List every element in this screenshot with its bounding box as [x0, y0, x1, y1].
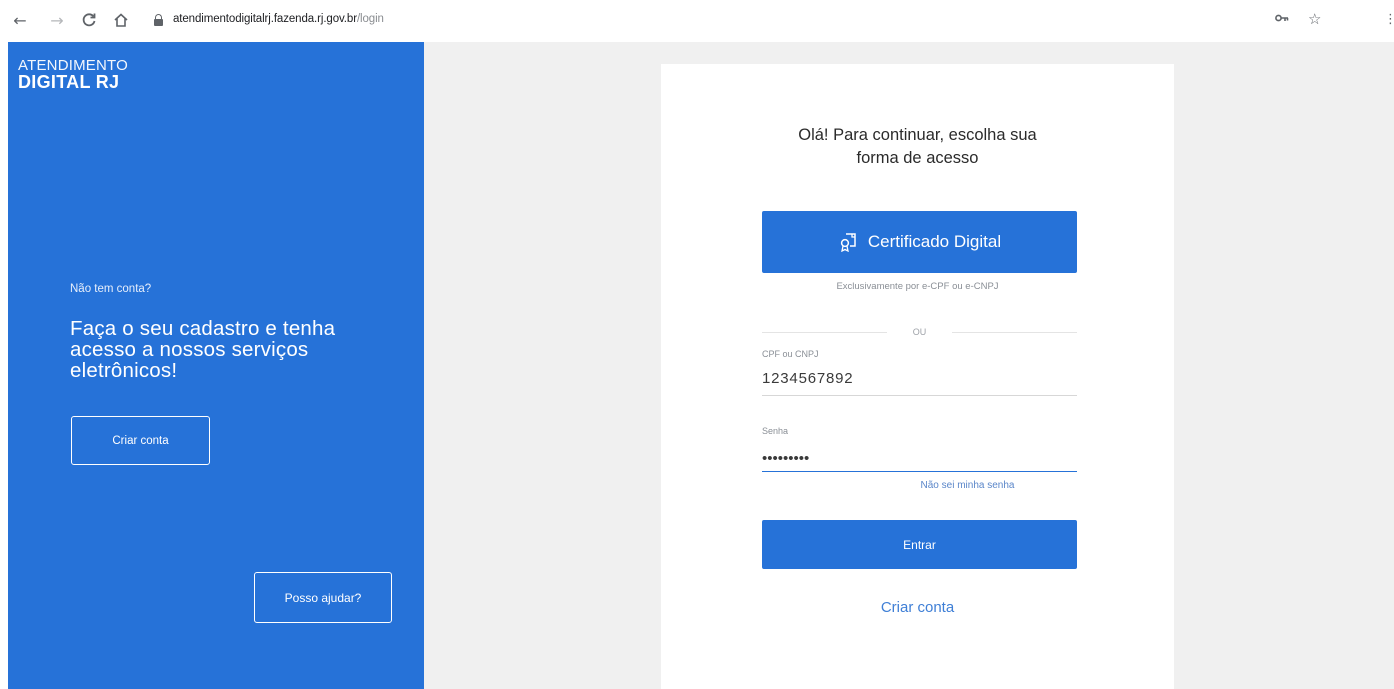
- certificate-note: Exclusivamente por e-CPF ou e-CNPJ: [836, 281, 999, 292]
- key-icon[interactable]: [1275, 12, 1289, 26]
- cpf-cnpj-input[interactable]: 1234567892: [762, 370, 1077, 396]
- help-button[interactable]: Posso ajudar?: [254, 572, 392, 623]
- signup-headline: Faça o seu cadastro e tenha acesso a nos…: [70, 317, 336, 382]
- enter-button[interactable]: Entrar: [762, 520, 1077, 569]
- forgot-password-link[interactable]: Não sei minha senha: [661, 480, 1174, 491]
- left-panel: ATENDIMENTO DIGITAL RJ Não tem conta? Fa…: [8, 42, 424, 689]
- browser-toolbar: ← → atendimentodigitalrj.fazenda.rj.gov.…: [0, 0, 1394, 42]
- browser-menu-icon[interactable]: ⋮: [1384, 12, 1394, 27]
- url-path: /login: [356, 13, 384, 25]
- logo-top-text: ATENDIMENTO: [18, 57, 128, 74]
- logo[interactable]: ATENDIMENTO DIGITAL RJ: [18, 58, 128, 91]
- home-icon[interactable]: [112, 12, 130, 30]
- divider-line-right: [952, 332, 1077, 333]
- login-card: Olá! Para continuar, escolha sua forma d…: [661, 64, 1174, 689]
- no-account-text: Não tem conta?: [70, 283, 152, 295]
- forward-arrow-icon[interactable]: →: [48, 12, 66, 30]
- login-title-line1: Olá! Para continuar, escolha sua: [798, 126, 1037, 144]
- create-account-link[interactable]: Criar conta: [661, 599, 1174, 616]
- reload-icon[interactable]: [80, 12, 98, 30]
- password-label: Senha: [762, 426, 789, 436]
- login-title-line2: forma de acesso: [856, 149, 979, 167]
- back-arrow-icon[interactable]: ←: [11, 12, 29, 30]
- digital-certificate-button[interactable]: Certificado Digital: [762, 211, 1077, 273]
- digital-certificate-label: Certificado Digital: [867, 232, 1002, 251]
- cpf-cnpj-label: CPF ou CNPJ: [762, 349, 819, 359]
- or-divider: OU: [762, 326, 1077, 338]
- create-account-button[interactable]: Criar conta: [71, 416, 210, 465]
- forgot-password-text: Não sei minha senha: [920, 480, 1015, 491]
- login-title: Olá! Para continuar, escolha sua forma d…: [661, 124, 1174, 170]
- password-input[interactable]: •••••••••: [762, 448, 1077, 472]
- bookmark-star-icon[interactable]: ☆: [1308, 10, 1321, 28]
- address-bar[interactable]: atendimentodigitalrj.fazenda.rj.gov.br/l…: [173, 13, 384, 25]
- lock-icon[interactable]: [154, 14, 163, 26]
- logo-bottom-text: DIGITAL RJ: [18, 72, 120, 92]
- certificate-icon: [838, 232, 860, 253]
- url-host: atendimentodigitalrj.fazenda.rj.gov.br: [173, 13, 357, 25]
